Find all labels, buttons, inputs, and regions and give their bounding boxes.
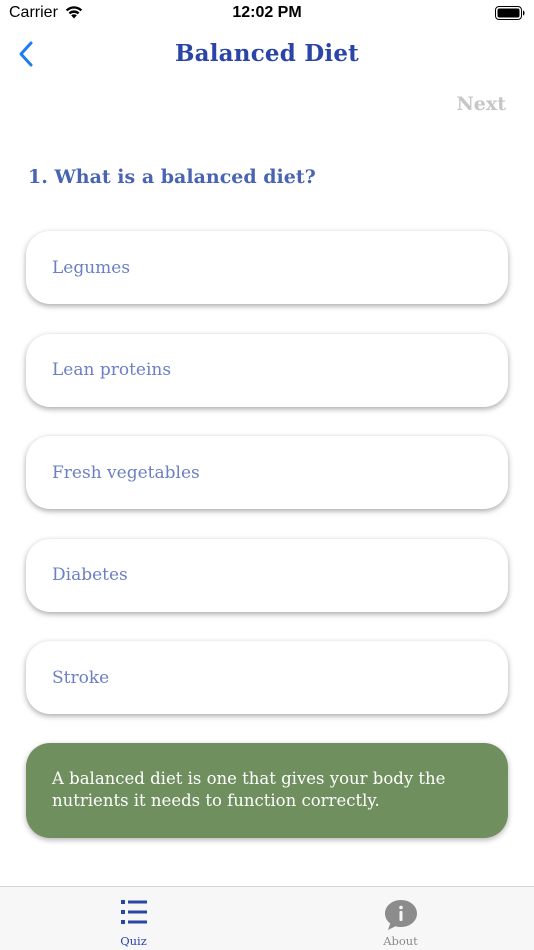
tab-quiz-label: Quiz [120,934,147,948]
question-text: 1. What is a balanced diet? [28,166,316,188]
option-button[interactable]: Lean proteins [26,333,508,407]
option-button[interactable]: Diabetes [26,538,508,612]
option-label: Lean proteins [52,360,172,380]
option-button[interactable]: Legumes [26,231,508,304]
navigation-bar: Balanced Diet [0,30,534,78]
answer-options: Legumes Lean proteins Fresh vegetables D… [26,231,508,744]
option-label: Fresh vegetables [52,462,200,483]
status-bar: Carrier 12:02 PM [0,0,534,30]
info-bubble-icon [384,899,418,936]
page-title: Balanced Diet [175,40,359,67]
tab-bar: Quiz About [0,886,534,950]
option-label: Legumes [52,257,131,278]
battery-icon [495,6,525,25]
option-label: Diabetes [52,565,128,585]
tab-about[interactable]: About [267,887,534,950]
option-label: Stroke [52,667,110,688]
option-button[interactable]: Fresh vegetables [26,436,508,509]
next-button[interactable]: Next [456,93,506,115]
answer-text: A balanced diet is one that gives your b… [52,769,446,810]
tab-about-label: About [383,934,418,948]
answer-explanation: A balanced diet is one that gives your b… [26,743,508,838]
clock: 12:02 PM [232,4,302,21]
tab-quiz[interactable]: Quiz [0,887,267,950]
list-icon [120,899,148,930]
option-button[interactable]: Stroke [26,641,508,714]
